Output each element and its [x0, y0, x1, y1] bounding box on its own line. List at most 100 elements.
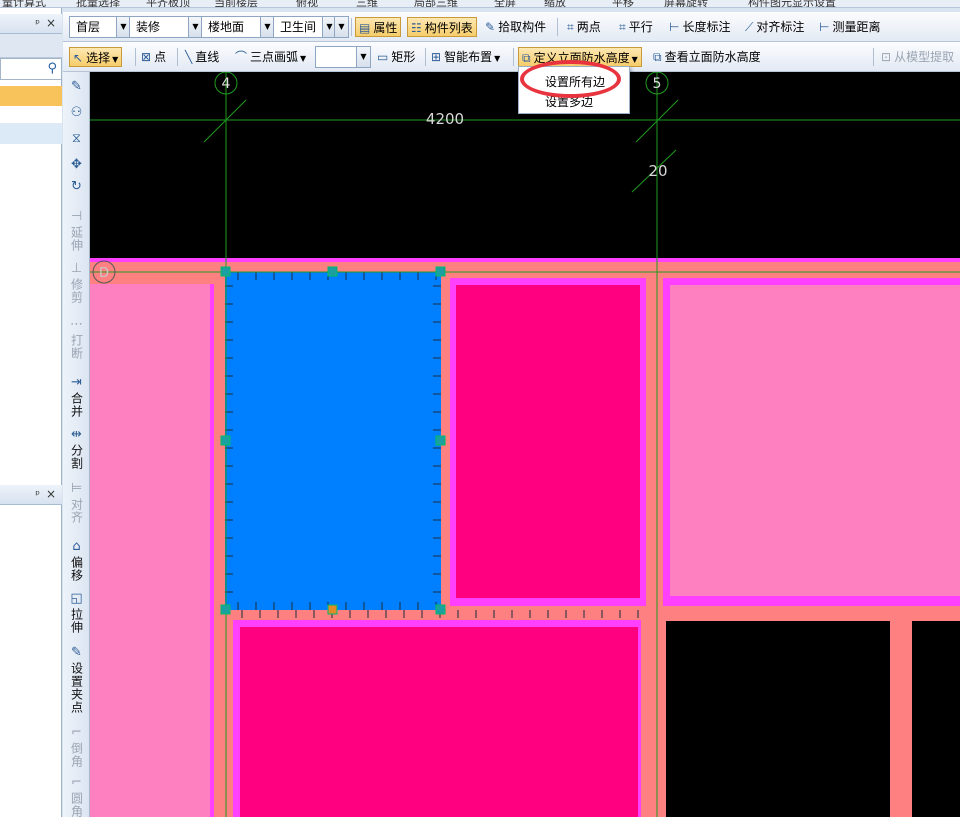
list-item[interactable] — [0, 106, 62, 124]
extract-icon: ⊡ — [881, 50, 892, 64]
component-select[interactable]: 卫生间 ▼ — [273, 16, 337, 38]
two-points-button[interactable]: ⌗ 两点 — [567, 17, 601, 37]
point-button[interactable]: ⊠ 点 — [141, 47, 166, 67]
grip-point[interactable] — [220, 266, 231, 277]
chevron-down-icon[interactable]: ▼ — [494, 54, 500, 63]
parallel-button[interactable]: ⌗ 平行 — [619, 17, 653, 37]
aligned-dimension-button[interactable]: ⟋ 对齐标注 — [745, 17, 804, 37]
view-waterproof-icon: ⧉ — [653, 50, 662, 64]
room-selected[interactable] — [225, 272, 441, 610]
toolbar-divider — [135, 48, 136, 66]
smart-layout-button[interactable]: ⊞ 智能布置 ▼ — [431, 47, 500, 67]
fillet-tool[interactable]: ⌐ 圆角 — [63, 776, 90, 817]
chevron-down-icon[interactable]: ▼ — [300, 54, 306, 63]
rotate-icon: ↻ — [71, 179, 82, 194]
chevron-down-icon[interactable]: ▼ — [116, 17, 130, 37]
stretch-tool[interactable]: ◱ 拉伸 — [63, 592, 90, 635]
rotate-tool[interactable]: ↻ — [63, 180, 90, 196]
list-item-selected[interactable] — [0, 86, 62, 106]
pick-component-button[interactable]: ✎ 拾取构件 — [485, 17, 546, 37]
list-item[interactable] — [0, 124, 62, 144]
arc-button[interactable]: ⌒ 三点画弧 ▼ — [235, 47, 306, 67]
chevron-down-icon[interactable]: ▼ — [260, 17, 274, 37]
void-lower-right-a — [666, 621, 890, 817]
floor-plan[interactable]: 4 5 D 4200 20 — [90, 72, 960, 817]
pin-icon[interactable]: ᵖ — [35, 488, 40, 501]
top-item-pan[interactable]: 平移 — [612, 0, 634, 7]
dimension-tick-left — [203, 99, 247, 143]
move-tool[interactable]: ✥ — [63, 158, 90, 174]
room-left[interactable] — [90, 284, 210, 817]
component-extra-select[interactable]: ▼ — [334, 16, 349, 38]
top-item-rotate[interactable]: 屏幕旋转 — [664, 0, 708, 7]
grip-point[interactable] — [327, 604, 338, 615]
top-item-fullscreen[interactable]: 全屏 — [494, 0, 516, 7]
copy-tool[interactable]: ⚇ — [63, 106, 90, 122]
attributes-button[interactable]: ▤ 属性 — [355, 17, 402, 37]
chevron-down-icon[interactable]: ▼ — [188, 17, 202, 37]
offset-tool[interactable]: ⌂ 偏移 — [63, 540, 90, 583]
close-icon[interactable]: × — [46, 487, 56, 501]
search-icon[interactable]: ⚲ — [47, 61, 57, 76]
top-item-batch-select[interactable]: 批量选择 — [76, 0, 120, 7]
dimension-span-label: 4200 — [426, 110, 464, 128]
room-mid[interactable] — [456, 285, 640, 598]
waterproof-dropdown-menu: 设置所有边 设置多边 — [518, 66, 630, 114]
close-icon[interactable]: × — [46, 16, 56, 30]
trim-tool[interactable]: ⊥ 修剪 — [63, 262, 90, 305]
subcategory-select[interactable]: 楼地面 ▼ — [201, 16, 275, 38]
top-item-3d[interactable]: 三维 — [356, 0, 378, 7]
line-button[interactable]: ╲ 直线 — [185, 47, 219, 67]
toolbar-divider — [873, 48, 874, 66]
align-tool[interactable]: ⊨ 对齐 — [63, 482, 90, 525]
merge-tool[interactable]: ⇥ 合并 — [63, 375, 90, 419]
mirror-tool[interactable]: ⧖ — [63, 132, 90, 148]
drawing-canvas[interactable]: 4 5 D 4200 20 — [90, 72, 960, 817]
grip-point[interactable] — [220, 435, 231, 446]
split-tool[interactable]: ⇹ 分割 — [63, 428, 90, 471]
chevron-down-icon[interactable]: ▼ — [356, 47, 370, 67]
measure-distance-button[interactable]: ⊢ 测量距离 — [819, 17, 880, 37]
room-right[interactable] — [670, 285, 960, 596]
top-item-current-floor[interactable]: 当前楼层 — [214, 0, 258, 7]
eyedropper-icon: ✎ — [485, 20, 496, 34]
floor-select[interactable]: 首层 ▼ — [69, 16, 131, 38]
toolbar-divider — [557, 18, 558, 36]
grip-point[interactable] — [327, 266, 338, 277]
top-item-formula[interactable]: 量计算式 — [2, 0, 46, 7]
select-button[interactable]: ↖ 选择 ▼ — [69, 47, 123, 67]
room-lower[interactable] — [240, 627, 638, 817]
pin-icon[interactable]: ᵖ — [35, 17, 40, 30]
top-item-top-view[interactable]: 俯视 — [296, 0, 318, 7]
category-select[interactable]: 装修 ▼ — [129, 16, 203, 38]
top-item-display-settings[interactable]: 构件图元显示设置 — [748, 0, 836, 7]
extend-tool[interactable]: ⊣ 延伸 — [63, 210, 90, 253]
chamfer-tool[interactable]: ⌐ 倒角 — [63, 726, 90, 769]
length-dimension-button[interactable]: ⊢ 长度标注 — [669, 17, 730, 37]
arc-option-select[interactable]: ▼ — [315, 46, 371, 68]
grip-point[interactable] — [220, 604, 231, 615]
grip-tool[interactable]: ✎ 设置夹点 — [63, 646, 90, 715]
axis-two-points-icon: ⌗ — [567, 20, 574, 34]
merge-icon: ⇥ — [71, 375, 82, 390]
grip-point[interactable] — [435, 266, 446, 277]
break-tool[interactable]: ⋯ 打断 — [63, 318, 90, 361]
rectangle-button[interactable]: ▭ 矩形 — [377, 47, 415, 67]
top-item-local-3d[interactable]: 局部三维 — [414, 0, 458, 7]
brush-tool[interactable]: ✎ — [63, 80, 90, 96]
top-item-align-top[interactable]: 平齐板顶 — [146, 0, 190, 7]
define-waterproof-height-button[interactable]: ⧉ 定义立面防水高度 ▼ — [518, 47, 642, 67]
chevron-down-icon[interactable]: ▼ — [632, 55, 638, 64]
grip-point[interactable] — [435, 604, 446, 615]
chevron-down-icon[interactable]: ▼ — [334, 17, 348, 37]
component-list-button[interactable]: ☷ 构件列表 — [407, 17, 477, 37]
menu-item-set-all-edges[interactable]: 设置所有边 — [519, 72, 629, 92]
view-waterproof-height-button[interactable]: ⧉ 查看立面防水高度 — [653, 47, 761, 67]
search-input[interactable]: ⚲ — [0, 58, 62, 80]
extract-from-model-button[interactable]: ⊡ 从模型提取 — [881, 47, 954, 67]
chevron-down-icon[interactable]: ▼ — [112, 55, 118, 64]
menu-item-set-multiple-edges[interactable]: 设置多边 — [519, 92, 629, 112]
grip-point[interactable] — [435, 435, 446, 446]
toolbar-divider — [177, 48, 178, 66]
top-item-zoom[interactable]: 缩放 — [544, 0, 566, 7]
